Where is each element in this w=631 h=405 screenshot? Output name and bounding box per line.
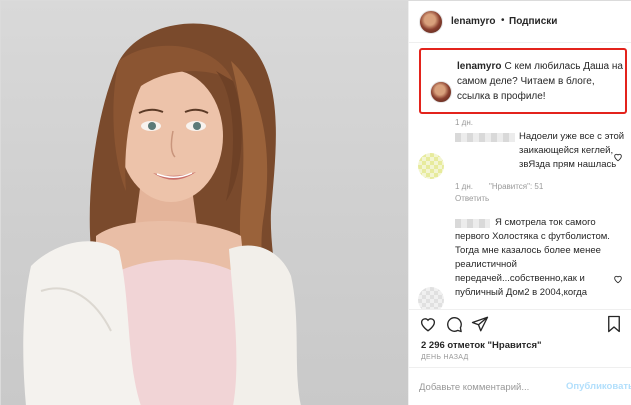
commenter-avatar-blurred[interactable] (418, 153, 444, 179)
heart-icon[interactable] (419, 315, 437, 333)
caption-author-avatar[interactable] (430, 81, 452, 103)
commenter-avatar-blurred[interactable] (418, 287, 444, 309)
comment-icon[interactable] (445, 315, 463, 333)
add-comment-input[interactable] (419, 379, 559, 395)
comment-like-heart-icon[interactable] (613, 274, 623, 284)
author-username[interactable]: lenamyro (451, 16, 495, 27)
post-photo[interactable] (1, 1, 408, 405)
publish-button[interactable]: Опубликовать (566, 381, 631, 392)
comment-likes[interactable]: "Нравится": 51 (489, 182, 543, 191)
header-separator: • (501, 15, 505, 26)
reply-button[interactable]: Ответить (455, 194, 489, 203)
comment-text: Я смотрела ток самого первого Холостяка … (455, 217, 610, 298)
post-header: lenamyro • Подписки (409, 1, 631, 43)
share-icon[interactable] (471, 315, 489, 333)
comment-like-heart-icon[interactable] (613, 152, 623, 162)
caption-username[interactable]: lenamyro (457, 61, 501, 72)
posted-time[interactable]: ДЕНЬ НАЗАД (421, 354, 469, 361)
portrait-illustration (23, 23, 301, 405)
caption-highlight: lenamyro С кем любилась Даша на самом дел… (419, 48, 627, 114)
caption: lenamyro С кем любилась Даша на самом дел… (457, 59, 623, 104)
commenter-name-blurred[interactable] (455, 133, 515, 142)
action-bar (409, 309, 631, 337)
instagram-post-modal: lenamyro • Подписки lenamyro С кем любила… (0, 0, 631, 405)
author-avatar[interactable] (419, 10, 443, 34)
likes-count[interactable]: 2 296 отметок "Нравится" (421, 340, 542, 351)
comment-text: Надоели уже все с этой заикающейся кегле… (519, 131, 625, 170)
add-comment-bar: Опубликовать (409, 367, 631, 405)
following-button[interactable]: Подписки (509, 16, 557, 27)
bookmark-icon[interactable] (605, 315, 623, 333)
comment-time[interactable]: 1 дн. (455, 182, 473, 191)
post-side-panel: lenamyro • Подписки lenamyro С кем любила… (408, 1, 631, 405)
comments-list[interactable]: Надоели уже все с этой заикающейся кегле… (409, 119, 631, 309)
